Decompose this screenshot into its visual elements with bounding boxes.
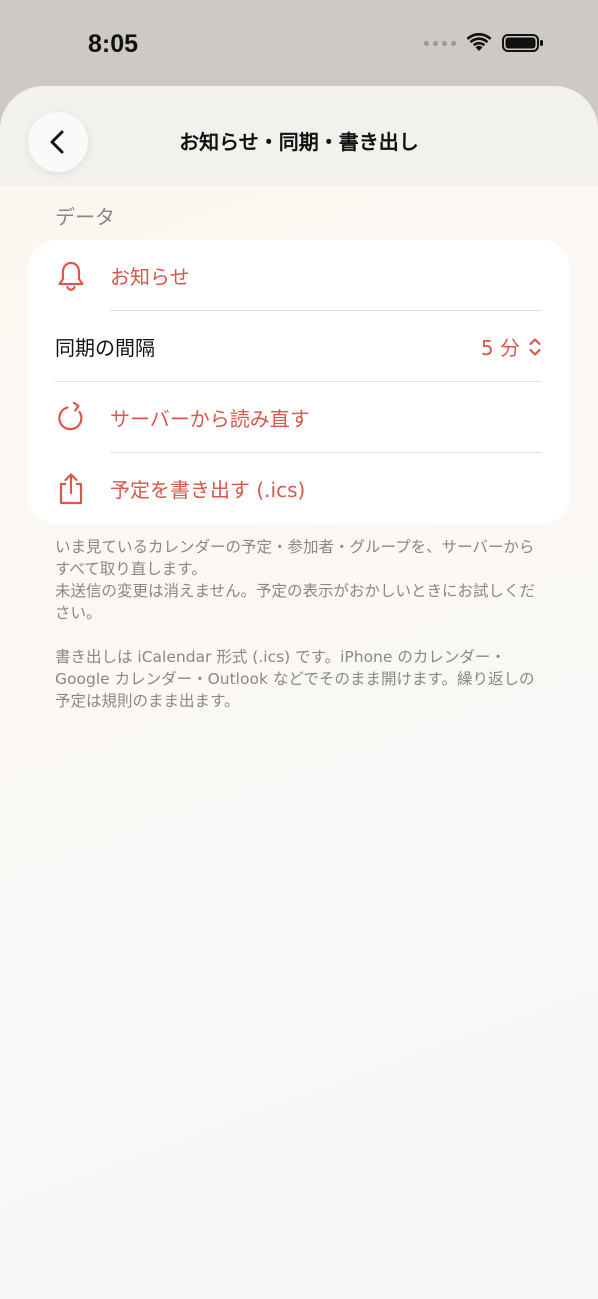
bell-icon	[54, 259, 88, 293]
page-title: お知らせ・同期・書き出し	[179, 130, 419, 154]
refresh-icon	[54, 401, 88, 435]
nav-bar: お知らせ・同期・書き出し	[0, 86, 598, 186]
battery-icon	[502, 34, 543, 52]
settings-sheet: お知らせ・同期・書き出し データ お知らせ 同期の間隔 5 分 サーバーから読み…	[0, 86, 598, 1299]
status-time: 8:05	[88, 30, 139, 58]
status-icons	[424, 33, 544, 53]
sync-interval-picker[interactable]: 5 分	[481, 332, 542, 361]
footer-notes: いま見ているカレンダーの予定・参加者・グループを、サーバーからすべて取り直します…	[55, 536, 545, 734]
footer-reload-note: いま見ているカレンダーの予定・参加者・グループを、サーバーからすべて取り直します…	[55, 538, 536, 622]
export-row[interactable]: 予定を書き出す (.ics)	[28, 453, 570, 524]
settings-card: お知らせ 同期の間隔 5 分 サーバーから読み直す 予定を書き出す (.ics)	[28, 240, 570, 524]
sync-interval-label: 同期の間隔	[55, 336, 155, 360]
sync-interval-value: 5 分	[480, 336, 520, 360]
reload-label: サーバーから読み直す	[110, 407, 310, 431]
wifi-icon	[466, 33, 492, 51]
chevron-up-down-icon	[529, 337, 541, 356]
reload-row[interactable]: サーバーから読み直す	[28, 382, 570, 453]
signal-icon	[424, 40, 456, 46]
share-icon	[54, 472, 88, 506]
status-bar: 8:05	[0, 0, 598, 86]
footer-export-note: 書き出しは iCalendar 形式 (.ics) です。iPhone のカレン…	[55, 648, 535, 710]
notifications-label: お知らせ	[110, 265, 190, 289]
sync-interval-row[interactable]: 同期の間隔 5 分	[28, 311, 570, 382]
export-label: 予定を書き出す (.ics)	[110, 478, 306, 502]
section-header-data: データ	[55, 205, 115, 229]
notifications-row[interactable]: お知らせ	[28, 240, 570, 311]
